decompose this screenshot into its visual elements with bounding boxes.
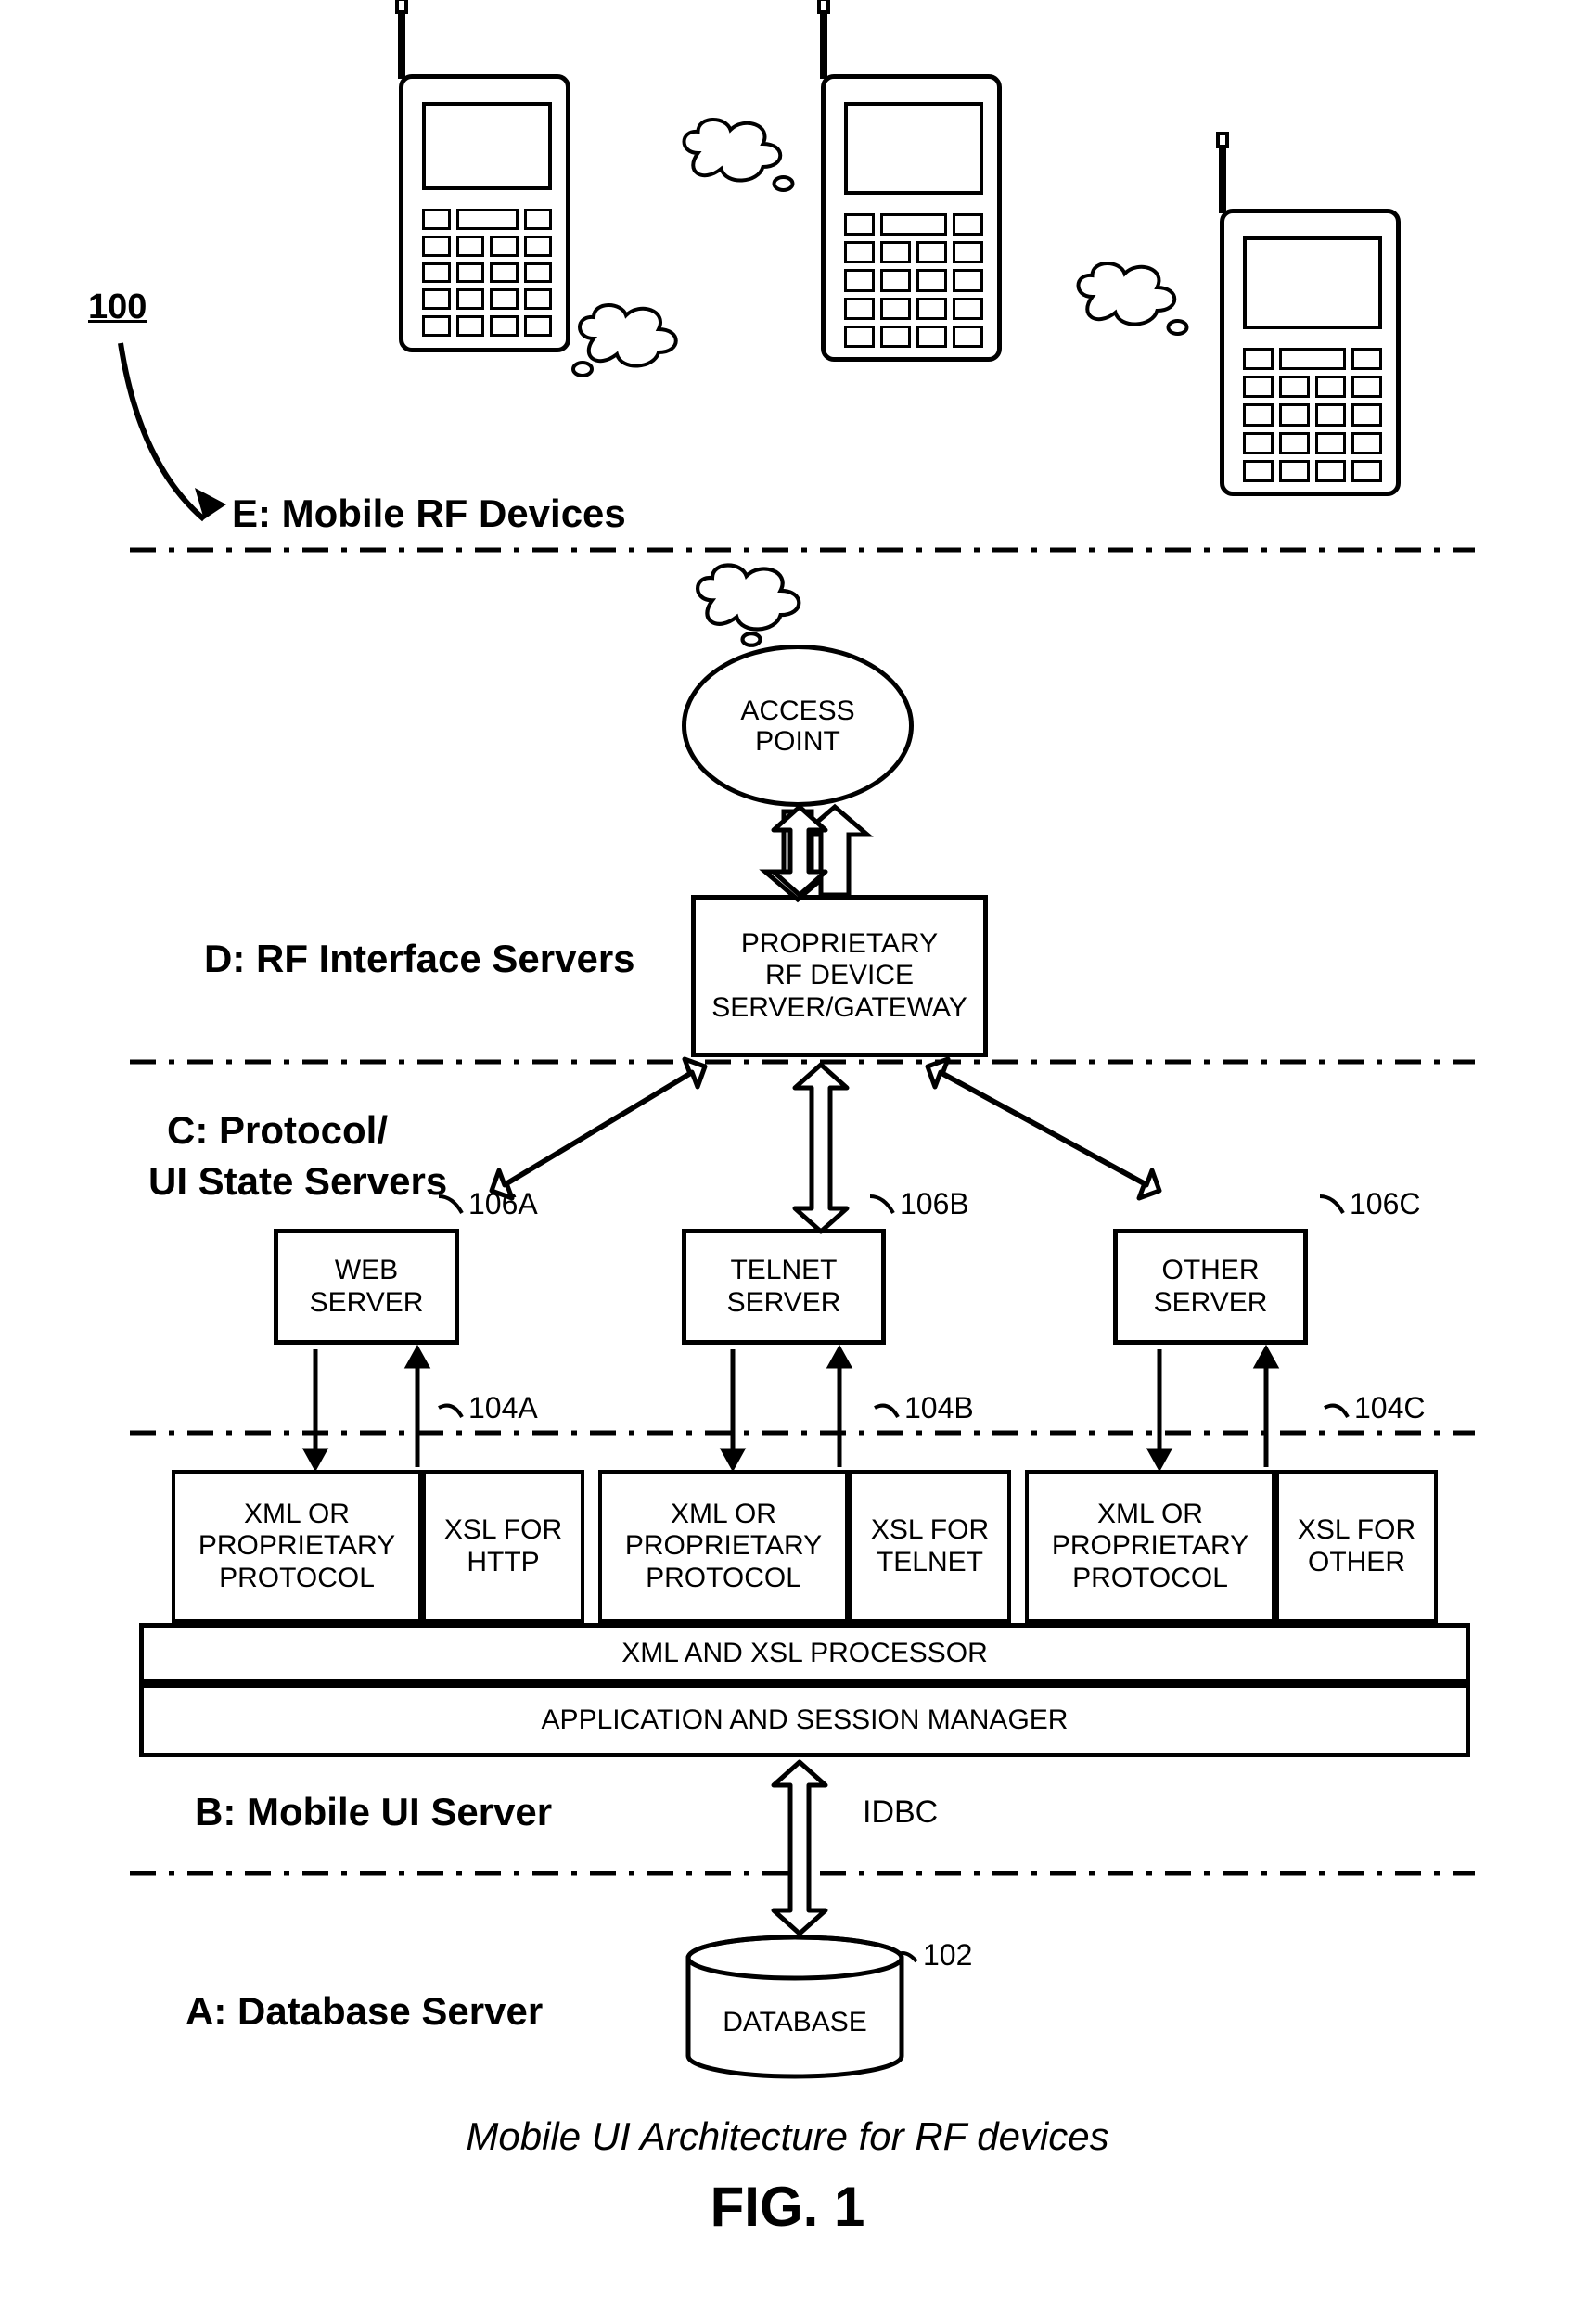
- proto-block-b-label: XML ORPROPRIETARYPROTOCOL: [625, 1499, 822, 1595]
- xml-processor-label: XML AND XSL PROCESSOR: [621, 1638, 988, 1669]
- app-manager-box: APPLICATION AND SESSION MANAGER: [139, 1683, 1470, 1757]
- block-b-ref: 104B: [904, 1391, 974, 1425]
- mobile-phone-icon: [821, 74, 1002, 362]
- telnet-server-label: TELNETSERVER: [727, 1255, 841, 1319]
- xsl-block-c-label: XSL FOROTHER: [1298, 1514, 1415, 1578]
- other-server-ref: 106C: [1350, 1187, 1421, 1221]
- diagram-canvas: 100 E: Mobile RF Devices: [0, 0, 1575, 2324]
- xml-processor-box: XML AND XSL PROCESSOR: [139, 1623, 1470, 1683]
- layer-c-label-line2: UI State Servers: [148, 1159, 447, 1204]
- xsl-block-a: XSL FORHTTP: [422, 1470, 584, 1623]
- cloud-icon: [668, 111, 802, 199]
- telnet-server-ref: 106B: [900, 1187, 969, 1221]
- layer-b-label: B: Mobile UI Server: [195, 1790, 552, 1834]
- block-a-ref: 104A: [468, 1391, 538, 1425]
- rf-gateway-label: PROPRIETARYRF DEVICESERVER/GATEWAY: [711, 928, 967, 1025]
- layer-d-label: D: RF Interface Servers: [204, 937, 635, 981]
- cloud-icon: [1062, 255, 1197, 343]
- xsl-block-b: XSL FORTELNET: [849, 1470, 1011, 1623]
- cloud-icon: [682, 556, 821, 649]
- proto-block-c: XML ORPROPRIETARYPROTOCOL: [1025, 1470, 1275, 1623]
- mobile-phone-icon: [1220, 209, 1401, 496]
- proto-block-b: XML ORPROPRIETARYPROTOCOL: [598, 1470, 849, 1623]
- layer-a-label: A: Database Server: [186, 1989, 543, 2034]
- app-manager-label: APPLICATION AND SESSION MANAGER: [542, 1705, 1069, 1736]
- block-c-ref: 104C: [1354, 1391, 1426, 1425]
- idbc-label: IDBC: [863, 1794, 938, 1831]
- web-server-ref: 106A: [468, 1187, 538, 1221]
- other-server-box: OTHERSERVER: [1113, 1229, 1308, 1345]
- layer-c-label-line1: C: Protocol/: [167, 1108, 388, 1153]
- other-server-label: OTHERSERVER: [1154, 1255, 1268, 1319]
- figure-caption: Mobile UI Architecture for RF devices: [0, 2114, 1575, 2159]
- layer-e-label: E: Mobile RF Devices: [232, 492, 626, 536]
- xsl-block-c: XSL FOROTHER: [1275, 1470, 1438, 1623]
- access-point-node: ACCESSPOINT: [682, 645, 914, 807]
- telnet-server-box: TELNETSERVER: [682, 1229, 886, 1345]
- cloud-icon: [566, 297, 696, 385]
- mobile-phone-icon: [399, 74, 570, 352]
- xsl-block-b-label: XSL FORTELNET: [871, 1514, 989, 1578]
- figure-label: FIG. 1: [0, 2175, 1575, 2239]
- rf-gateway-box: PROPRIETARYRF DEVICESERVER/GATEWAY: [691, 895, 988, 1057]
- web-server-box: WEBSERVER: [274, 1229, 459, 1345]
- proto-block-a: XML ORPROPRIETARYPROTOCOL: [172, 1470, 422, 1623]
- web-server-label: WEBSERVER: [310, 1255, 424, 1319]
- figure-reference: 100: [88, 287, 147, 327]
- database-cylinder: DATABASE: [682, 1934, 909, 2082]
- database-ref: 102: [923, 1938, 972, 1973]
- access-point-label: ACCESSPOINT: [740, 696, 854, 757]
- svg-text:DATABASE: DATABASE: [723, 2007, 867, 2037]
- proto-block-c-label: XML ORPROPRIETARYPROTOCOL: [1052, 1499, 1248, 1595]
- proto-block-a-label: XML ORPROPRIETARYPROTOCOL: [198, 1499, 395, 1595]
- xsl-block-a-label: XSL FORHTTP: [444, 1514, 562, 1578]
